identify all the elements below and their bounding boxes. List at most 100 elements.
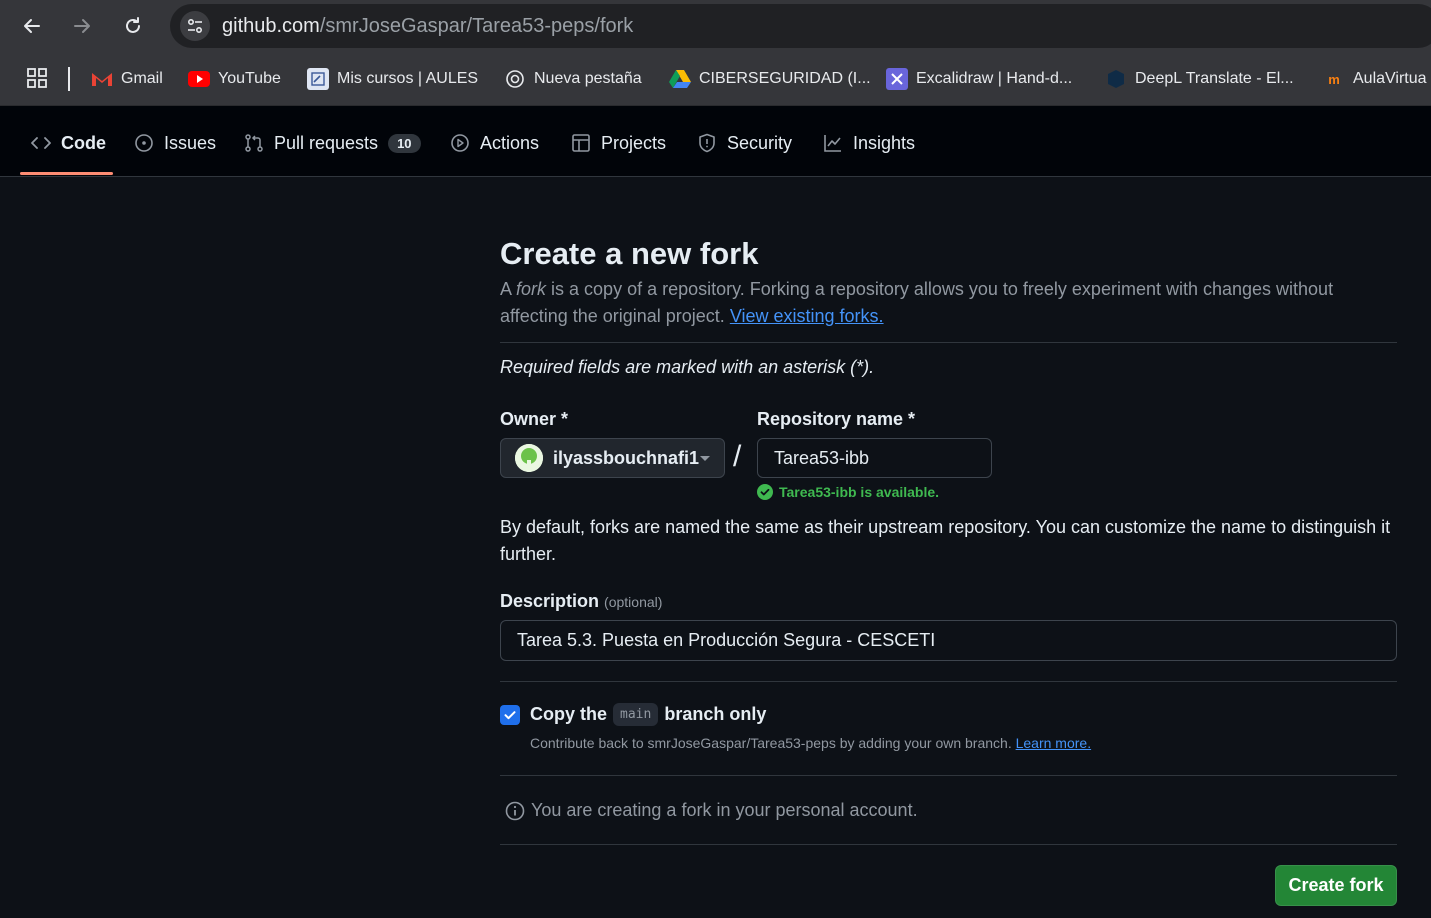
table-icon	[572, 134, 590, 152]
divider	[500, 775, 1397, 776]
openai-icon	[504, 68, 526, 90]
optional-hint: (optional)	[604, 594, 663, 610]
bookmark-deepl[interactable]: DeepL Translate - El...	[1105, 64, 1294, 94]
page-title: Create a new fork	[500, 236, 759, 271]
owner-select[interactable]: ilyassbouchnafi1	[500, 438, 725, 478]
check-icon	[504, 711, 516, 720]
subtitle-emphasis: fork	[516, 279, 547, 299]
bookmark-label: Gmail	[121, 70, 163, 87]
address-bar[interactable]: github.com/smrJoseGaspar/Tarea53-peps/fo…	[170, 4, 1431, 48]
tab-label: Issues	[164, 132, 217, 153]
bookmark-label: Mis cursos | AULES	[337, 70, 479, 87]
git-pull-request-icon	[245, 134, 263, 152]
personal-account-info: You are creating a fork in your personal…	[505, 800, 918, 821]
back-button[interactable]	[16, 10, 48, 42]
tab-issues[interactable]: Issues	[134, 130, 216, 156]
tab-label: Code	[61, 132, 106, 153]
repo-navigation: Code Issues Pull requests 10 Actions Pro…	[0, 106, 1431, 177]
copy-note-text: Contribute back to smrJoseGaspar/Tarea53…	[530, 735, 1016, 751]
forward-button[interactable]	[66, 10, 98, 42]
fork-form: Create a new fork A fork is a copy of a …	[500, 230, 1397, 378]
view-existing-forks-link[interactable]: View existing forks.	[730, 306, 884, 326]
bookmark-aules[interactable]: Mis cursos | AULES	[307, 64, 478, 94]
description-label: Description (optional)	[500, 591, 662, 612]
repository-name-input[interactable]	[757, 438, 992, 478]
apps-grid-icon[interactable]	[26, 67, 48, 89]
chevron-down-icon	[700, 456, 710, 461]
tab-pull-requests[interactable]: Pull requests 10	[244, 130, 421, 156]
description-input[interactable]	[500, 620, 1397, 661]
bookmark-label: CIBERSEGURIDAD (I...	[699, 70, 871, 87]
google-drive-icon	[669, 68, 691, 90]
reload-button[interactable]	[117, 10, 149, 42]
description-label-text: Description	[500, 591, 600, 611]
bookmark-label: DeepL Translate - El...	[1135, 70, 1294, 87]
repository-name-label: Repository name *	[757, 409, 916, 429]
owner-repo-separator: /	[733, 440, 742, 473]
site-info-button[interactable]	[180, 11, 210, 41]
copy-prefix: Copy the	[530, 704, 608, 724]
url-host: github.com	[222, 15, 320, 37]
bookmark-nueva-pestana[interactable]: Nueva pestaña	[504, 64, 642, 94]
tab-security[interactable]: Security	[697, 130, 792, 156]
avatar	[515, 444, 543, 472]
divider	[500, 681, 1397, 682]
bookmark-youtube[interactable]: YouTube	[188, 64, 281, 94]
tab-label: Insights	[853, 132, 916, 153]
availability-status: Tarea53-ibb is available.	[757, 484, 939, 500]
bookmark-aulavirtual[interactable]: m AulaVirtua	[1323, 64, 1427, 94]
required-fields-note: Required fields are marked with an aster…	[500, 357, 875, 377]
tab-label: Pull requests	[274, 132, 379, 153]
subtitle-prefix: A	[500, 279, 517, 299]
bookmark-label: YouTube	[218, 70, 281, 87]
availability-text: Tarea53-ibb is available.	[779, 484, 940, 500]
shield-icon	[699, 133, 715, 153]
bookmark-gmail[interactable]: Gmail	[91, 64, 163, 94]
url-text: github.com/smrJoseGaspar/Tarea53-peps/fo…	[222, 15, 633, 38]
tab-actions[interactable]: Actions	[450, 130, 539, 156]
tab-projects[interactable]: Projects	[571, 130, 666, 156]
bookmark-excalidraw[interactable]: Excalidraw | Hand-d...	[886, 64, 1072, 94]
tab-code[interactable]: Code	[31, 130, 106, 156]
bookmark-label: Nueva pestaña	[534, 70, 642, 87]
branch-name: main	[613, 703, 659, 726]
info-text: You are creating a fork in your personal…	[531, 800, 918, 820]
create-fork-button[interactable]: Create fork	[1275, 865, 1397, 906]
subtitle-text: is a copy of a repository. Forking a rep…	[500, 279, 1334, 326]
code-icon	[31, 137, 51, 149]
reload-icon	[126, 17, 140, 33]
issue-opened-icon	[135, 134, 153, 152]
info-icon	[505, 801, 525, 820]
copy-branch-note: Contribute back to smrJoseGaspar/Tarea53…	[530, 735, 1091, 751]
divider	[500, 342, 1397, 343]
browser-toolbar: github.com/smrJoseGaspar/Tarea53-peps/fo…	[0, 0, 1431, 52]
graph-icon	[824, 135, 841, 152]
bookmarks-bar: Gmail YouTube Mis cursos | AULES Nueva p…	[0, 52, 1431, 106]
tab-label: Actions	[480, 132, 540, 153]
pull-requests-counter: 10	[388, 133, 421, 153]
bookmark-label: AulaVirtua	[1353, 70, 1427, 87]
tab-insights[interactable]: Insights	[823, 130, 915, 156]
deepl-icon	[1105, 68, 1127, 90]
owner-label: Owner *	[500, 409, 569, 429]
url-path: /smrJoseGaspar/Tarea53-peps/fork	[319, 15, 634, 37]
check-circle-icon	[757, 484, 773, 500]
active-tab-indicator	[20, 172, 113, 175]
youtube-icon	[188, 68, 210, 90]
bookmark-ciberseguridad[interactable]: CIBERSEGURIDAD (I...	[669, 64, 871, 94]
gmail-icon	[91, 68, 113, 90]
copy-main-branch-checkbox[interactable]	[500, 705, 520, 725]
excalidraw-icon	[886, 68, 908, 90]
aules-icon	[307, 68, 329, 90]
learn-more-link[interactable]: Learn more.	[1016, 735, 1091, 751]
tab-label: Projects	[601, 132, 667, 153]
bookmarks-separator	[68, 67, 70, 91]
play-icon	[451, 134, 469, 152]
default-name-note: By default, forks are named the same as …	[500, 517, 1391, 564]
tab-label: Security	[727, 132, 793, 153]
bookmark-label: Excalidraw | Hand-d...	[916, 70, 1073, 87]
arrow-right-icon	[74, 19, 90, 33]
copy-branch-label: Copy the main branch only	[530, 703, 766, 726]
page-subtitle: A fork is a copy of a repository. Forkin…	[500, 276, 1397, 330]
aulavirtual-icon: m	[1328, 71, 1340, 87]
